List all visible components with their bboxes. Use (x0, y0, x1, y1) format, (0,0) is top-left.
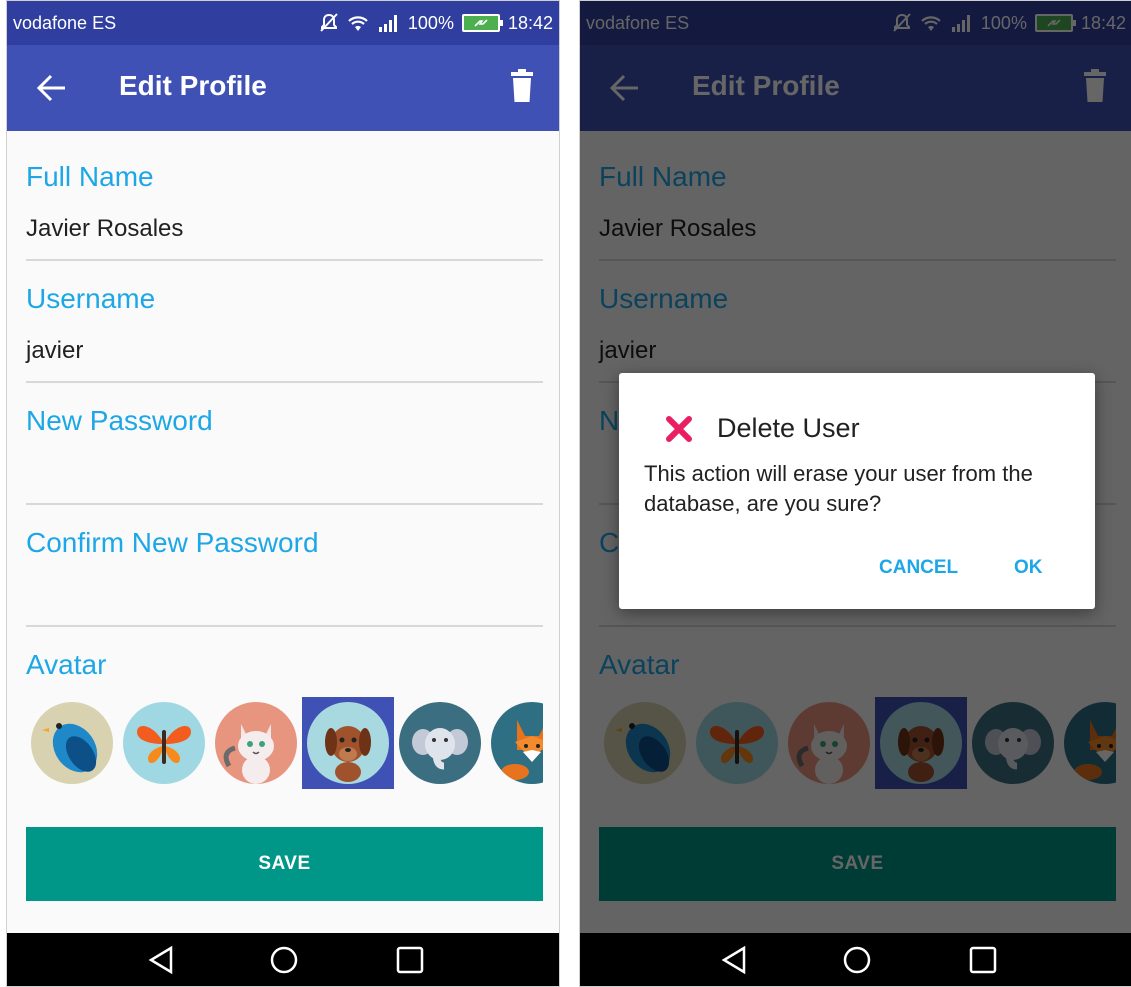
system-nav-bar (7, 933, 559, 986)
full-name-label: Full Name (26, 161, 154, 192)
new-password-underline (26, 503, 543, 505)
cancel-button[interactable]: CANCEL (879, 557, 958, 579)
full-name-underline (26, 259, 543, 261)
new-password-label: New Password (26, 405, 213, 436)
battery-percent: 100% (407, 12, 454, 33)
avatar-option-dog[interactable] (302, 697, 394, 789)
avatar-option-elephant[interactable] (394, 697, 486, 789)
edit-profile-screen: vodafone ES 100% 18:42 Edit Profile Full… (6, 0, 560, 987)
bird-icon (42, 723, 98, 773)
confirm-password-label: Confirm New Password (26, 527, 319, 558)
new-password-input[interactable] (26, 459, 543, 489)
recents-square-icon[interactable] (395, 945, 425, 975)
delete-user-dialog: Delete User This action will erase your … (619, 373, 1095, 609)
avatar-option-butterfly[interactable] (118, 697, 210, 789)
app-toolbar: Edit Profile (7, 45, 559, 131)
dialog-message: This action will erase your user from th… (644, 461, 1033, 516)
home-circle-icon[interactable] (842, 945, 872, 975)
fox-icon (501, 720, 543, 780)
save-button[interactable]: SAVE (26, 827, 543, 901)
arrow-left-icon[interactable] (35, 73, 69, 103)
clock: 18:42 (507, 12, 553, 33)
username-input[interactable]: javier (26, 337, 83, 365)
butterfly-icon (137, 726, 191, 764)
back-triangle-icon[interactable] (720, 945, 750, 975)
page-title: Edit Profile (119, 70, 267, 101)
home-circle-icon[interactable] (269, 945, 299, 975)
avatar-picker (26, 697, 543, 793)
close-x-icon (666, 416, 692, 442)
recents-square-icon[interactable] (968, 945, 998, 975)
system-nav-bar (580, 933, 1131, 986)
status-bar: vodafone ES 100% 18:42 (7, 1, 559, 45)
confirm-password-input[interactable] (26, 581, 543, 611)
mute-icon (320, 13, 338, 32)
signal-icon (378, 15, 397, 32)
avatar-option-cat[interactable] (210, 697, 302, 789)
full-name-input[interactable]: Javier Rosales (26, 215, 183, 243)
delete-user-dialog-screen: vodafone ES 100% 18:42 Edit Profile Full… (579, 0, 1131, 987)
wifi-icon (348, 16, 368, 31)
avatar-option-fox[interactable] (486, 697, 543, 789)
username-underline (26, 381, 543, 383)
back-triangle-icon[interactable] (147, 945, 177, 975)
elephant-icon (412, 728, 468, 770)
carrier-label: vodafone ES (13, 12, 117, 33)
dialog-title: Delete User (717, 413, 860, 443)
avatar-option-bird[interactable] (26, 697, 118, 789)
cat-icon (223, 724, 274, 784)
dog-icon (325, 726, 371, 782)
username-label: Username (26, 283, 156, 314)
avatar-label: Avatar (26, 649, 107, 680)
status-icons: 100% 18:42 (320, 13, 553, 34)
confirm-password-underline (26, 625, 543, 627)
battery-charging-icon (461, 14, 503, 32)
trash-icon[interactable] (511, 69, 533, 103)
ok-button[interactable]: OK (1014, 557, 1043, 579)
